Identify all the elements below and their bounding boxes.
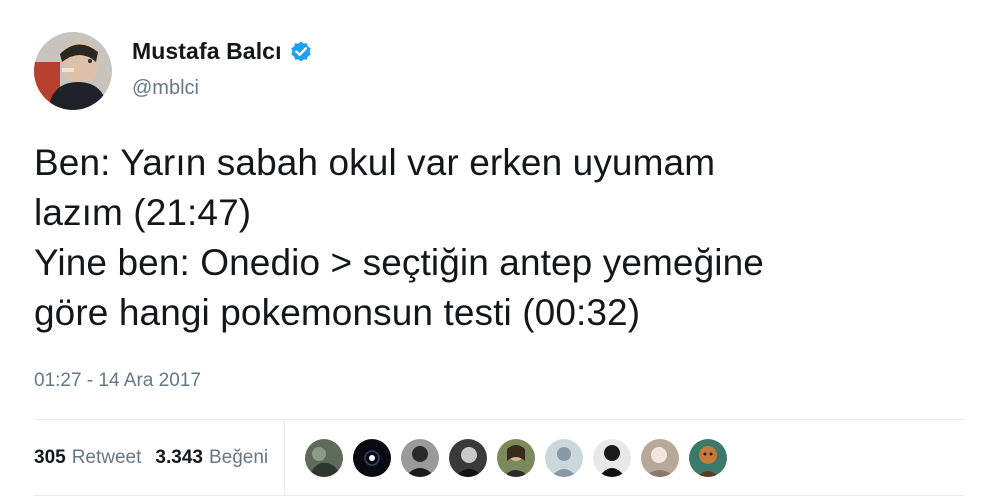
liker-avatar[interactable] — [401, 438, 440, 477]
liker-avatar-photo-icon — [305, 438, 344, 477]
liker-avatar-photo-icon — [449, 438, 488, 477]
liker-avatar-photo-icon — [401, 438, 440, 477]
default-egg-avatar-icon — [545, 438, 584, 477]
liker-avatar[interactable] — [641, 438, 680, 477]
liker-avatar[interactable] — [305, 438, 344, 477]
like-count: 3.343 — [155, 446, 203, 468]
liker-avatar[interactable] — [689, 438, 728, 477]
tweet-stats: 305 Retweet 3.343 Beğeni — [34, 420, 964, 495]
author-handle[interactable]: @mblci — [132, 77, 313, 100]
liker-avatar[interactable] — [497, 438, 536, 477]
like-count-link[interactable]: 3.343 Beğeni — [155, 447, 268, 469]
tweet-text-line: göre hangi pokemonsun testi (00:32) — [34, 292, 641, 333]
tweet-text: Ben: Yarın sabah okul var erken uyumam l… — [34, 138, 964, 338]
author-avatar[interactable] — [34, 32, 112, 110]
tweet-text-line: Yine ben: Onedio > seçtiğin antep yemeği… — [34, 242, 764, 283]
liker-avatar[interactable] — [545, 438, 584, 477]
retweet-label: Retweet — [71, 446, 142, 468]
author-avatar-photo-icon — [34, 32, 112, 110]
display-name-link[interactable]: Mustafa Balcı — [132, 38, 313, 65]
liker-avatar[interactable] — [449, 438, 488, 477]
stats-divider — [284, 420, 286, 495]
tweet-text-line: Ben: Yarın sabah okul var erken uyumam — [34, 142, 716, 183]
divider — [34, 495, 964, 496]
tweet-card: Mustafa Balcı @mblci Ben: Yarın sabah ok… — [0, 0, 996, 498]
tweet-header: Mustafa Balcı @mblci — [34, 32, 313, 112]
tweet-text-line: lazım (21:47) — [34, 192, 252, 233]
liker-avatar-photo-icon — [497, 438, 536, 477]
tweet-timestamp[interactable]: 01:27 - 14 Ara 2017 — [34, 370, 201, 392]
liker-avatar[interactable] — [353, 438, 392, 477]
liker-avatars — [305, 438, 737, 477]
liker-avatar-photo-icon — [689, 438, 728, 477]
liker-avatar-photo-icon — [641, 438, 680, 477]
retweet-count-link[interactable]: 305 Retweet — [34, 447, 141, 469]
like-label: Beğeni — [208, 446, 269, 468]
verified-badge-icon — [289, 40, 313, 64]
liker-avatar-photo-icon — [353, 438, 392, 477]
retweet-count: 305 — [34, 446, 66, 468]
liker-avatar-photo-icon — [593, 438, 632, 477]
author-display-name: Mustafa Balcı — [132, 38, 282, 64]
author-names: Mustafa Balcı @mblci — [132, 38, 313, 100]
liker-avatar[interactable] — [593, 438, 632, 477]
